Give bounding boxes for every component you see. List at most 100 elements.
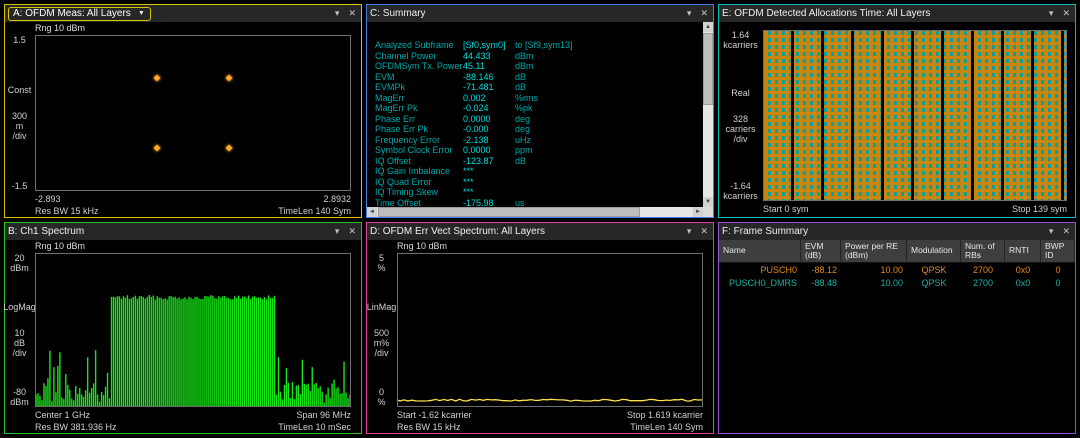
summary-line: Phase Err Pk -0.000 deg	[375, 124, 531, 134]
column-header: Power per RE (dBm)	[841, 240, 907, 262]
timelen-label: TimeLen 10 mSec	[278, 422, 351, 432]
x-axis-right: Span 96 MHz	[296, 410, 351, 420]
constellation-plot[interactable]	[35, 35, 351, 191]
y-axis-gutter: 1.64 kcarriers Real 328 carriers /div -1…	[719, 30, 762, 201]
spectrum-trace	[36, 295, 350, 406]
timelen-label: TimeLen 140 Sym	[278, 206, 351, 216]
y-axis-max: 5 %	[377, 253, 386, 273]
panel-detected-allocations: E: OFDM Detected Allocations Time: All L…	[718, 4, 1076, 218]
y-axis-min: 0 %	[377, 387, 386, 407]
y-axis-per-div: 328 carriers /div	[725, 113, 756, 144]
y-axis-per-div: 10 dB /div	[12, 328, 27, 358]
allocation-map-plot[interactable]	[763, 30, 1067, 201]
summary-line: OFDMSym Tx. Power45.11 dBm	[375, 61, 534, 71]
close-icon[interactable]: ✕	[348, 9, 356, 18]
panel-e-title: E: OFDM Detected Allocations Time: All L…	[722, 8, 931, 19]
scroll-right-icon[interactable]: ►	[693, 207, 703, 217]
y-axis-name: LogMag	[3, 302, 36, 312]
minimize-icon[interactable]: ▾	[687, 227, 692, 236]
table-cell: 10.00	[880, 264, 903, 275]
summary-line: Analyzed Subframe [Sf0,sym0] to [Sf9,sym13…	[375, 40, 573, 50]
scroll-left-icon[interactable]: ◄	[367, 207, 377, 217]
close-icon[interactable]: ✕	[1062, 9, 1070, 18]
spectrum-plot[interactable]	[35, 253, 351, 407]
panel-a-content: Rng 10 dBm 1.5 Const 300 m /div -1.5 -2.…	[5, 22, 361, 217]
panel-b-title: B: Ch1 Spectrum	[8, 226, 85, 237]
table-cell: 0	[1055, 277, 1061, 288]
summary-line: Frequency Error -2.138 uHz	[375, 134, 532, 145]
table-cell: QPSK	[921, 277, 947, 288]
y-axis-max: 1.5	[13, 35, 26, 45]
summary-line: EVMPk -71.481 dB	[375, 82, 527, 92]
summary-line: MagErr Pk -0.024 %pk	[375, 103, 533, 113]
panel-f-titlebar[interactable]: F: Frame Summary ▾ ✕	[719, 223, 1075, 240]
table-cell: PUSCH0_DMRS	[728, 277, 797, 288]
scroll-down-icon[interactable]: ▼	[703, 197, 713, 207]
y-axis-gutter: 20 dBm LogMag 10 dB /div -80 dBm	[3, 253, 36, 407]
panel-b-content: Rng 10 dBm 20 dBm LogMag 10 dB /div -80 …	[3, 240, 361, 433]
summary-line: EVM -88.146 dB	[375, 71, 527, 82]
minimize-icon[interactable]: ▾	[1049, 9, 1054, 18]
horizontal-scrollbar[interactable]: ◄ ►	[367, 207, 703, 217]
x-axis-right: Stop 1.619 kcarrier	[626, 410, 703, 420]
panel-ch1-spectrum: B: Ch1 Spectrum ▾ ✕ Rng 10 dBm 20 dBm Lo…	[3, 222, 362, 434]
res-bw-label: Res BW 381.936 Hz	[35, 422, 117, 432]
y-axis-min: -80 dBm	[10, 387, 29, 407]
panel-a-title: A: OFDM Meas: All Layers	[13, 7, 131, 19]
frame-row[interactable]: PUSCH0 -88.12 10.00 QPSK 2700 0x0 0	[719, 263, 1075, 276]
summary-line: IQ Timing Skew ***	[375, 187, 474, 197]
table-cell: QPSK	[921, 264, 947, 275]
panel-d-content: Rng 10 dBm 5 % LinMag 500 m% /div 0 % St…	[367, 240, 713, 433]
frame-row[interactable]: PUSCH0_DMRS -88.48 10.00 QPSK 2700 0x0 0	[719, 276, 1075, 289]
y-axis-per-div: 300 m /div	[11, 111, 27, 141]
close-icon[interactable]: ✕	[1062, 227, 1070, 236]
panel-c-titlebar[interactable]: C: Summary ▾ ✕	[367, 5, 713, 22]
x-axis-left: Start 0 sym	[763, 204, 809, 214]
minimize-icon[interactable]: ▾	[335, 9, 340, 18]
column-header: Name	[719, 240, 801, 262]
summary-line: Phase Err 0.0000 deg	[375, 113, 531, 124]
res-bw-label: Res BW 15 kHz	[35, 206, 99, 216]
vertical-scroll-thumb[interactable]	[703, 33, 713, 105]
measurement-selector[interactable]: A: OFDM Meas: All Layers ▼	[8, 6, 151, 21]
panel-e-titlebar[interactable]: E: OFDM Detected Allocations Time: All L…	[719, 5, 1075, 22]
scroll-up-icon[interactable]: ▲	[703, 22, 713, 32]
range-label: Rng 10 dBm	[35, 241, 86, 251]
x-axis-right: 2.8932	[323, 194, 351, 204]
y-axis-per-div: 500 m% /div	[373, 328, 390, 358]
minimize-icon[interactable]: ▾	[687, 9, 692, 18]
table-cell: -88.12	[811, 264, 837, 275]
timelen-label: TimeLen 140 Sym	[630, 422, 703, 432]
table-cell: 0x0	[1015, 264, 1031, 275]
constellation-point	[225, 144, 233, 152]
panel-summary: C: Summary ▾ ✕ Analyzed Subframe [Sf0,sym…	[366, 4, 714, 218]
y-axis-max: 20 dBm	[10, 253, 29, 273]
scrollbar-corner	[703, 207, 713, 217]
panel-d-title: D: OFDM Err Vect Spectrum: All Layers	[370, 226, 546, 237]
vertical-scrollbar[interactable]: ▲ ▼	[703, 22, 713, 207]
summary-line: Symbol Clock Error 0.0000 ppm	[375, 145, 533, 155]
column-header: BWP ID	[1041, 240, 1075, 262]
minimize-icon[interactable]: ▾	[1049, 227, 1054, 236]
constellation-point	[153, 74, 161, 82]
panel-a-titlebar[interactable]: A: OFDM Meas: All Layers ▼ ▾ ✕	[5, 5, 361, 22]
panel-ofdm-meas: A: OFDM Meas: All Layers ▼ ▾ ✕ Rng 10 dB…	[4, 4, 362, 218]
x-axis-left: -2.893	[35, 194, 61, 204]
panel-b-titlebar[interactable]: B: Ch1 Spectrum ▾ ✕	[5, 223, 361, 240]
panel-d-titlebar[interactable]: D: OFDM Err Vect Spectrum: All Layers ▾ …	[367, 223, 713, 240]
table-cell: 2700	[972, 264, 994, 275]
frame-table-body: PUSCH0 -88.12 10.00 QPSK 2700 0x0 0 PUSCH0_DMRS…	[719, 263, 1075, 289]
evm-spectrum-plot[interactable]	[397, 253, 703, 407]
close-icon[interactable]: ✕	[700, 9, 708, 18]
evm-trace	[398, 398, 702, 402]
y-axis-name: Const	[7, 85, 32, 95]
summary-line: MagErr 0.002 %rms	[375, 92, 538, 103]
minimize-icon[interactable]: ▾	[335, 227, 340, 236]
horizontal-scroll-thumb[interactable]	[378, 207, 641, 217]
close-icon[interactable]: ✕	[348, 227, 356, 236]
y-axis-name: LinMag	[366, 302, 397, 312]
close-icon[interactable]: ✕	[700, 227, 708, 236]
table-cell: PUSCH0	[760, 264, 797, 275]
panel-f-title: F: Frame Summary	[722, 226, 809, 237]
x-axis-left: Start -1.62 kcarrier	[397, 410, 472, 420]
